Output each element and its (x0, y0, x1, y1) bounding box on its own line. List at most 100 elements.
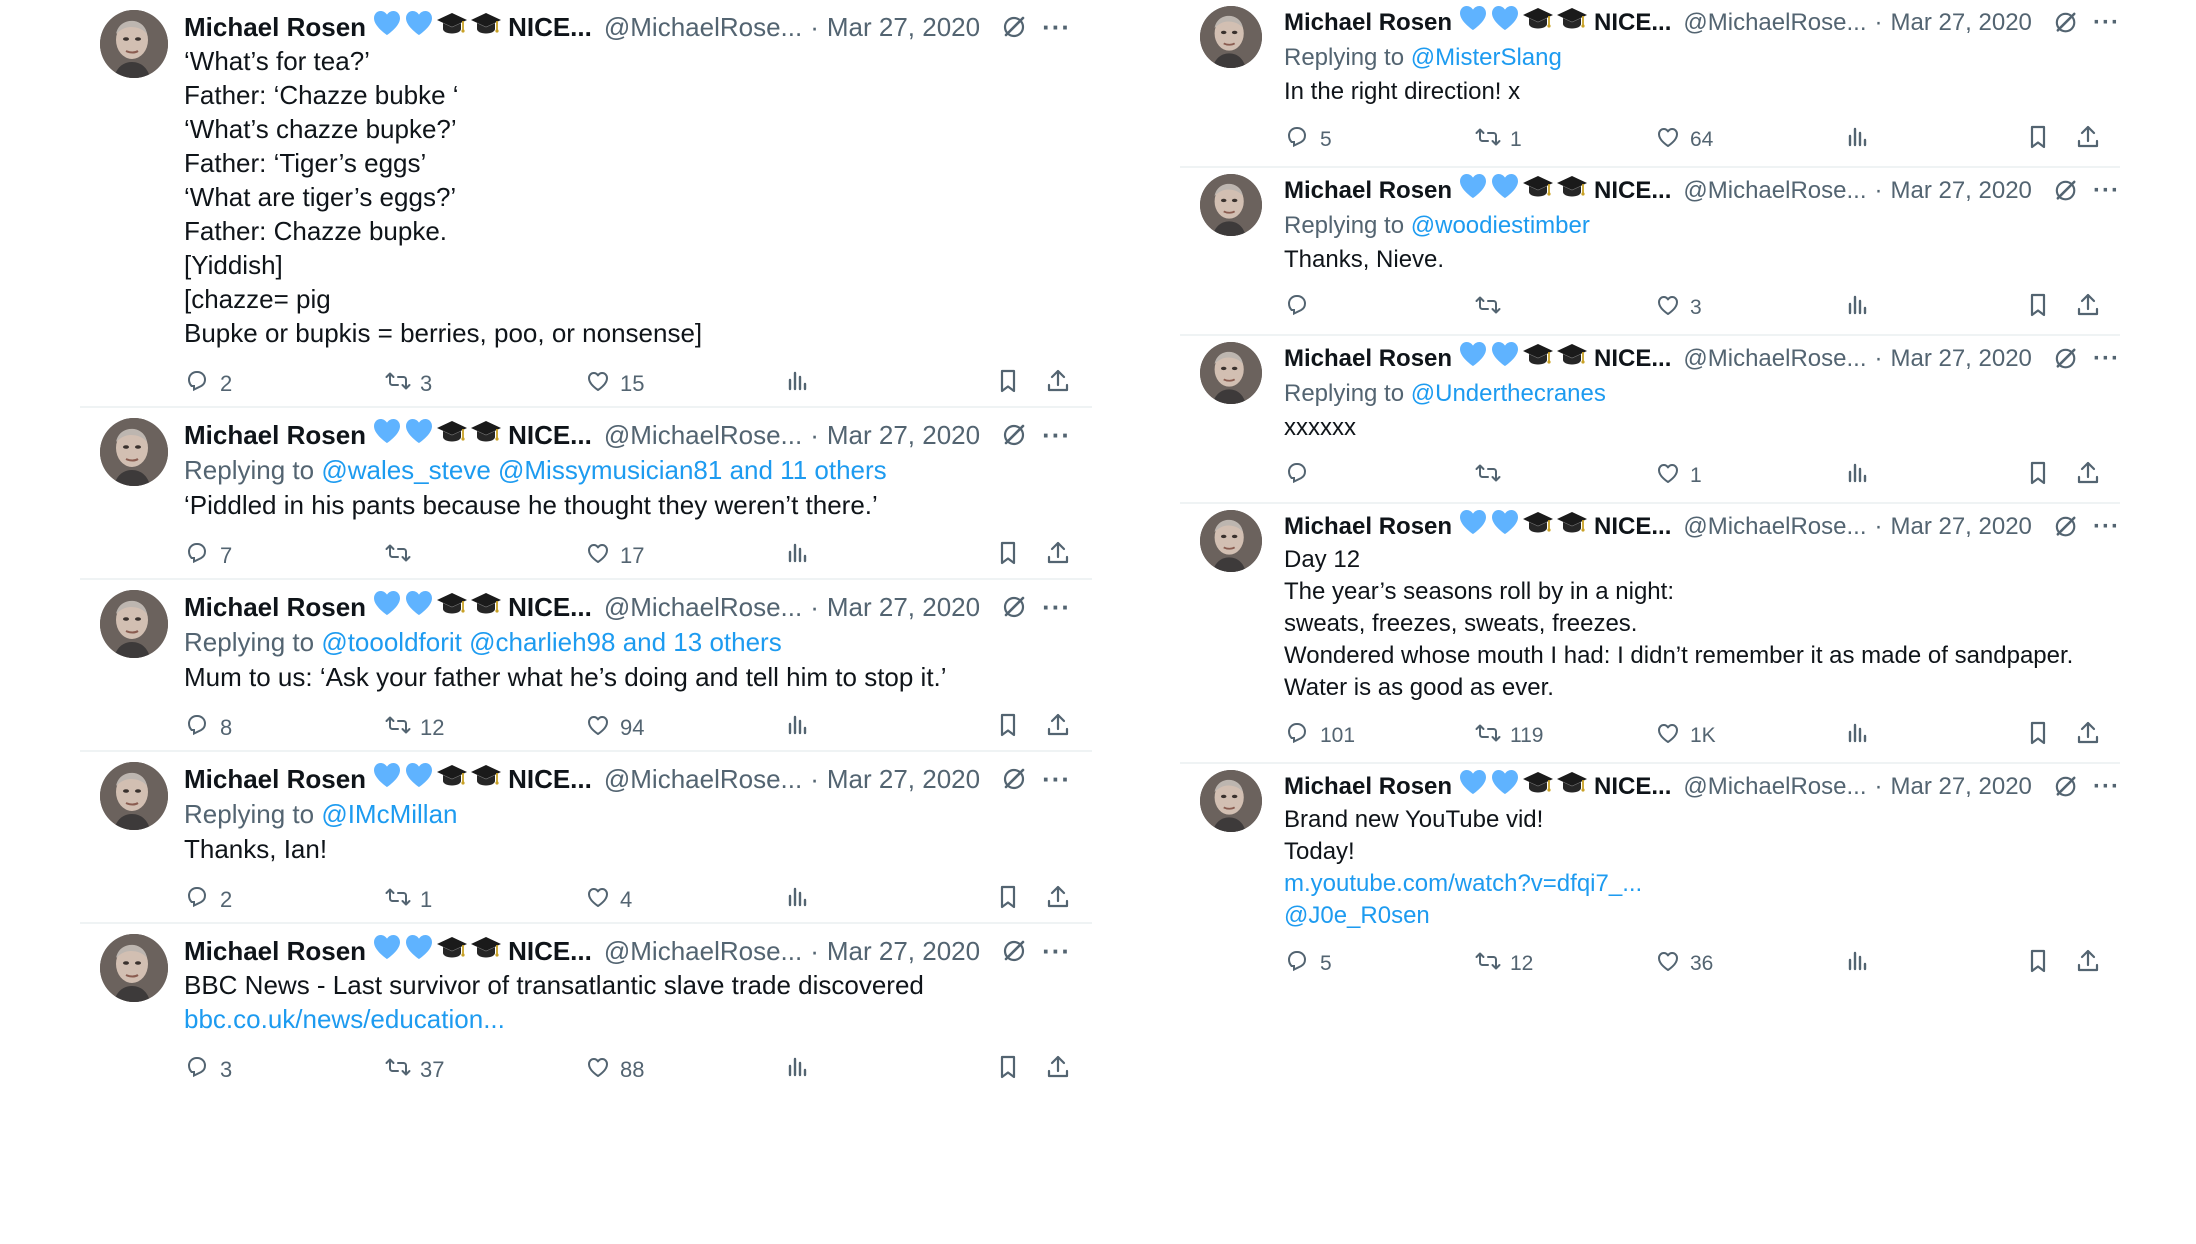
author-name[interactable]: Michael Rosen (184, 418, 366, 452)
more-options-icon[interactable]: ··· (1042, 10, 1071, 44)
reply-button[interactable]: 5 (1284, 122, 1332, 158)
reply-button[interactable]: 2 (184, 882, 232, 918)
share-button[interactable] (1044, 1052, 1072, 1088)
bookmark-button[interactable] (2024, 122, 2052, 158)
author-name[interactable]: Michael Rosen (1284, 174, 1452, 208)
avatar[interactable] (1200, 770, 1262, 832)
avatar[interactable] (1200, 174, 1262, 236)
reply-button[interactable]: 5 (1284, 946, 1332, 982)
author-handle[interactable]: @MichaelRose... (604, 10, 802, 44)
author-name[interactable]: Michael Rosen (1284, 342, 1452, 376)
replying-to-handles[interactable]: @toooldforit @charlieh98 and 13 others (321, 627, 781, 657)
retweet-button[interactable] (1474, 458, 1510, 494)
like-button[interactable]: 1K (1654, 718, 1716, 754)
more-options-icon[interactable]: ··· (2093, 342, 2120, 376)
more-options-icon[interactable]: ··· (1042, 934, 1071, 968)
author-handle[interactable]: @MichaelRose... (604, 590, 802, 624)
author-name[interactable]: Michael Rosen (184, 590, 366, 624)
like-button[interactable]: 94 (584, 710, 644, 746)
tweet-card[interactable]: Michael Rosen NICE... @MichaelRose... · Mar … (1180, 764, 2120, 992)
share-button[interactable] (2074, 122, 2102, 158)
tweet-card[interactable]: Michael Rosen NICE... @MichaelRose... · Mar … (80, 408, 1092, 580)
author-handle[interactable]: @MichaelRose... (604, 934, 802, 968)
bookmark-button[interactable] (994, 538, 1022, 574)
like-button[interactable]: 3 (1654, 290, 1702, 326)
author-handle[interactable]: @MichaelRose... (1683, 174, 1866, 208)
tweet-mention[interactable]: @J0e_R0sen (1284, 900, 2120, 932)
share-button[interactable] (2074, 458, 2102, 494)
tweet-date[interactable]: Mar 27, 2020 (827, 934, 980, 968)
avatar[interactable] (1200, 342, 1262, 404)
views-button[interactable] (1844, 946, 1872, 982)
tweet-card[interactable]: Michael Rosen NICE... @MichaelRose... · Mar … (1180, 0, 2120, 168)
author-name[interactable]: Michael Rosen (184, 10, 366, 44)
share-button[interactable] (2074, 290, 2102, 326)
avatar[interactable] (1200, 510, 1262, 572)
grok-icon[interactable] (2052, 177, 2079, 205)
author-handle[interactable]: @MichaelRose... (1683, 770, 1866, 804)
bookmark-button[interactable] (994, 1052, 1022, 1088)
share-button[interactable] (2074, 946, 2102, 982)
share-button[interactable] (1044, 366, 1072, 402)
like-button[interactable]: 15 (584, 366, 644, 402)
tweet-date[interactable]: Mar 27, 2020 (827, 762, 980, 796)
views-button[interactable] (1844, 122, 1872, 158)
avatar[interactable] (100, 418, 168, 486)
bookmark-button[interactable] (994, 882, 1022, 918)
author-name[interactable]: Michael Rosen (184, 762, 366, 796)
like-button[interactable]: 17 (584, 538, 644, 574)
author-name-suffix[interactable]: NICE... (1594, 174, 1671, 208)
avatar[interactable] (100, 762, 168, 830)
grok-icon[interactable] (1000, 593, 1028, 621)
share-button[interactable] (1044, 710, 1072, 746)
author-handle[interactable]: @MichaelRose... (1683, 510, 1866, 544)
bookmark-button[interactable] (994, 710, 1022, 746)
tweet-card[interactable]: Michael Rosen NICE... @MichaelRose... · Mar … (1180, 168, 2120, 336)
avatar[interactable] (1200, 6, 1262, 68)
tweet-card[interactable]: Michael Rosen NICE... @MichaelRose... · Mar … (80, 752, 1092, 924)
like-button[interactable]: 1 (1654, 458, 1702, 494)
views-button[interactable] (1844, 458, 1872, 494)
more-options-icon[interactable]: ··· (2093, 174, 2120, 208)
bookmark-button[interactable] (2024, 946, 2052, 982)
views-button[interactable] (784, 366, 812, 402)
views-button[interactable] (784, 538, 812, 574)
author-name-suffix[interactable]: NICE... (508, 418, 592, 452)
retweet-button[interactable] (1474, 290, 1510, 326)
more-options-icon[interactable]: ··· (2093, 6, 2120, 40)
share-button[interactable] (1044, 882, 1072, 918)
tweet-date[interactable]: Mar 27, 2020 (827, 10, 980, 44)
grok-icon[interactable] (1000, 13, 1028, 41)
more-options-icon[interactable]: ··· (2093, 510, 2120, 544)
author-handle[interactable]: @MichaelRose... (604, 762, 802, 796)
grok-icon[interactable] (1000, 765, 1028, 793)
reply-button[interactable] (1284, 290, 1320, 326)
grok-icon[interactable] (2052, 345, 2079, 373)
views-button[interactable] (784, 882, 812, 918)
reply-button[interactable]: 7 (184, 538, 232, 574)
tweet-card[interactable]: Michael Rosen NICE... @MichaelRose... · Mar … (1180, 504, 2120, 764)
more-options-icon[interactable]: ··· (1042, 418, 1071, 452)
retweet-button[interactable]: 1 (384, 882, 432, 918)
tweet-link[interactable]: bbc.co.uk/news/education... (184, 1002, 1092, 1036)
tweet-date[interactable]: Mar 27, 2020 (1890, 510, 2031, 544)
views-button[interactable] (1844, 718, 1872, 754)
tweet-date[interactable]: Mar 27, 2020 (1890, 6, 2031, 40)
retweet-button[interactable]: 119 (1474, 718, 1543, 754)
author-name-suffix[interactable]: NICE... (1594, 510, 1671, 544)
author-name[interactable]: Michael Rosen (184, 934, 366, 968)
like-button[interactable]: 36 (1654, 946, 1713, 982)
views-button[interactable] (1844, 290, 1872, 326)
author-name-suffix[interactable]: NICE... (1594, 6, 1671, 40)
retweet-button[interactable] (384, 538, 420, 574)
more-options-icon[interactable]: ··· (2093, 770, 2120, 804)
share-button[interactable] (2074, 718, 2102, 754)
reply-button[interactable] (1284, 458, 1320, 494)
tweet-date[interactable]: Mar 27, 2020 (1890, 174, 2031, 208)
replying-to-handles[interactable]: @wales_steve @Missymusician81 and 11 oth… (321, 455, 886, 485)
like-button[interactable]: 64 (1654, 122, 1713, 158)
author-handle[interactable]: @MichaelRose... (1683, 342, 1866, 376)
reply-button[interactable]: 2 (184, 366, 232, 402)
author-name-suffix[interactable]: NICE... (508, 934, 592, 968)
retweet-button[interactable]: 3 (384, 366, 432, 402)
